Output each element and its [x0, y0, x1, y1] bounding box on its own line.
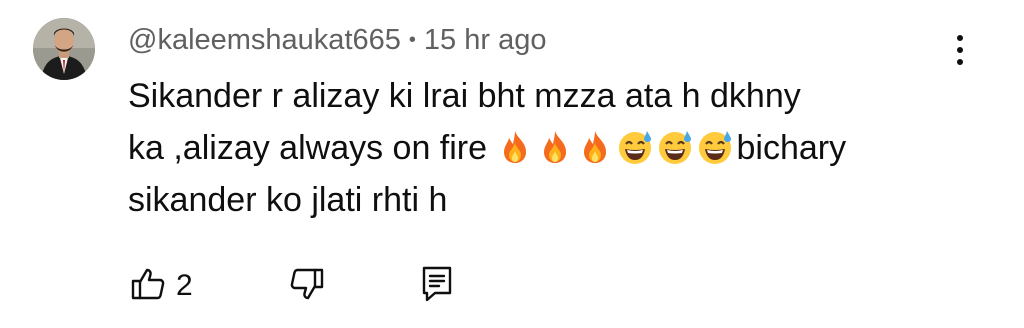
thumbs-down-icon	[289, 266, 325, 307]
grinning-sweat-emoji-icon	[697, 129, 733, 165]
like-button[interactable]: 2	[130, 266, 193, 307]
more-vertical-icon-dot	[957, 59, 963, 65]
like-count: 2	[176, 269, 193, 302]
comment-text-line: Sikander r alizay ki lrai bht mzza ata h…	[128, 77, 801, 115]
grinning-sweat-emoji-icon	[657, 129, 693, 165]
comment-action-bar: 2	[130, 264, 453, 308]
avatar-image	[33, 18, 95, 80]
more-options-button[interactable]	[946, 28, 974, 72]
comment-header: @kaleemshaukat665 • 15 hr ago	[128, 22, 546, 58]
comment-timestamp[interactable]: 15 hr ago	[424, 24, 547, 57]
fire-emoji-icon	[497, 129, 533, 165]
comment-thread-item: @kaleemshaukat665 • 15 hr ago Sikander r…	[0, 0, 1024, 328]
avatar[interactable]	[33, 18, 95, 80]
comment-text-segment: bichary	[736, 129, 847, 167]
reply-comment-icon	[421, 265, 453, 308]
reply-button[interactable]	[421, 265, 453, 308]
comment-text: Sikander r alizay ki lrai bht mzza ata h…	[128, 70, 948, 226]
comment-text-line: ka ,alizay always on fire bichary	[128, 122, 948, 174]
thumbs-up-icon	[130, 266, 166, 307]
meta-separator: •	[408, 28, 416, 51]
comment-text-segment: ka ,alizay always on fire	[128, 129, 497, 167]
more-vertical-icon-dot	[957, 47, 963, 53]
more-vertical-icon	[957, 35, 963, 41]
fire-emoji-icon	[537, 129, 573, 165]
fire-emoji-icon	[577, 129, 613, 165]
author-name[interactable]: @kaleemshaukat665	[128, 24, 401, 57]
comment-text-line: sikander ko jlati rhti h	[128, 181, 448, 219]
dislike-button[interactable]	[289, 266, 325, 307]
grinning-sweat-emoji-icon	[617, 129, 653, 165]
